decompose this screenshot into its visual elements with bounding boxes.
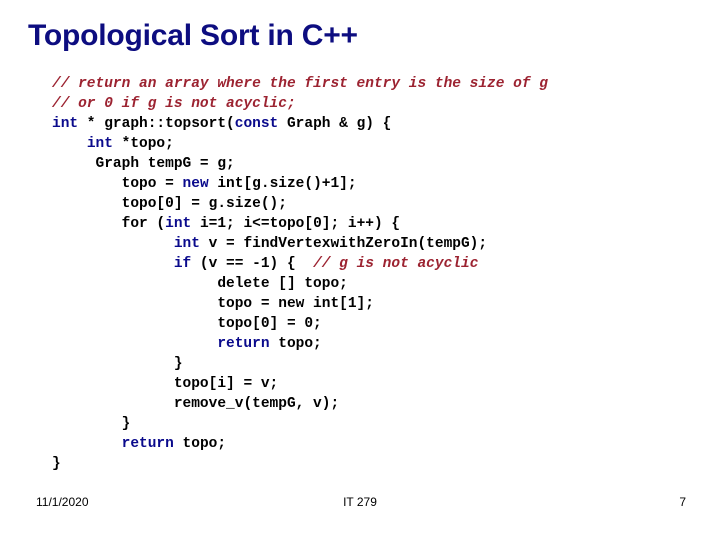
code-token-plain: * graph::topsort( — [78, 116, 235, 132]
code-token-plain: topo; — [269, 336, 322, 352]
footer-course-label: IT 279 — [343, 495, 377, 509]
code-line: int v = findVertexwithZeroIn(tempG); — [52, 234, 692, 254]
code-line: int * graph::topsort(const Graph & g) { — [52, 114, 692, 134]
code-token-plain: topo = — [121, 176, 183, 192]
code-token-plain: delete [] topo; — [217, 276, 348, 292]
code-line: } — [52, 454, 692, 474]
code-token-kw: int — [86, 136, 113, 152]
code-line: topo[0] = g.size(); — [52, 194, 692, 214]
code-token-plain: topo[i] = v; — [173, 376, 279, 392]
code-line: } — [52, 354, 692, 374]
code-line: return topo; — [52, 334, 692, 354]
code-token-comment: // or 0 if g is not acyclic; — [52, 96, 296, 112]
code-line: topo[0] = 0; — [52, 314, 692, 334]
code-line: if (v == -1) { // g is not acyclic — [52, 254, 692, 274]
page-title: Topological Sort in C++ — [28, 19, 358, 52]
code-token-plain: for ( — [121, 216, 166, 232]
code-token-kw: int — [173, 236, 200, 252]
code-line: // or 0 if g is not acyclic; — [52, 94, 692, 114]
code-token-plain: } — [173, 356, 183, 372]
code-token-plain: (v == -1) { — [191, 256, 314, 272]
code-token-kw: if — [173, 256, 192, 272]
code-line: // return an array where the first entry… — [52, 74, 692, 94]
slide-footer: 11/1/2020 IT 279 7 — [0, 492, 720, 512]
code-token-kw: return — [121, 436, 174, 452]
code-line: for (int i=1; i<=topo[0]; i++) { — [52, 214, 692, 234]
code-token-kw: const — [234, 116, 279, 132]
code-line: delete [] topo; — [52, 274, 692, 294]
code-line: remove_v(tempG, v); — [52, 394, 692, 414]
code-token-plain: topo; — [173, 436, 227, 452]
code-token-plain: *topo; — [112, 136, 174, 152]
code-token-plain: } — [121, 416, 131, 432]
code-line: return topo; — [52, 434, 692, 454]
code-token-plain: topo[0] = 0; — [217, 316, 322, 332]
code-token-plain: i=1; i<=topo[0]; i++) { — [191, 216, 401, 232]
code-token-plain: Graph & g) { — [278, 116, 392, 132]
code-token-plain: int[g.size()+1]; — [208, 176, 357, 192]
slide: Topological Sort in C++ // return an arr… — [0, 0, 720, 540]
code-token-plain: } — [52, 456, 61, 472]
code-token-kw: new — [182, 176, 209, 192]
code-token-kw: return — [217, 336, 270, 352]
code-token-comment: // return an array where the first entry… — [52, 76, 548, 92]
footer-page-number: 7 — [679, 495, 686, 509]
code-token-plain: v = findVertexwithZeroIn(tempG); — [199, 236, 488, 252]
code-token-plain: remove_v(tempG, v); — [173, 396, 340, 412]
code-token-plain: Graph tempG = g; — [95, 156, 235, 172]
code-listing: // return an array where the first entry… — [52, 74, 692, 474]
code-line: Graph tempG = g; — [52, 154, 692, 174]
code-line: topo = new int[1]; — [52, 294, 692, 314]
code-line: topo[i] = v; — [52, 374, 692, 394]
code-line: } — [52, 414, 692, 434]
code-line: int *topo; — [52, 134, 692, 154]
code-token-kw: int — [165, 216, 192, 232]
code-token-plain: topo[0] = g.size(); — [121, 196, 287, 212]
code-token-kw: int — [52, 116, 79, 132]
code-line: topo = new int[g.size()+1]; — [52, 174, 692, 194]
code-token-comment: // g is not acyclic — [313, 256, 479, 272]
code-token-plain: topo = new int[1]; — [217, 296, 374, 312]
